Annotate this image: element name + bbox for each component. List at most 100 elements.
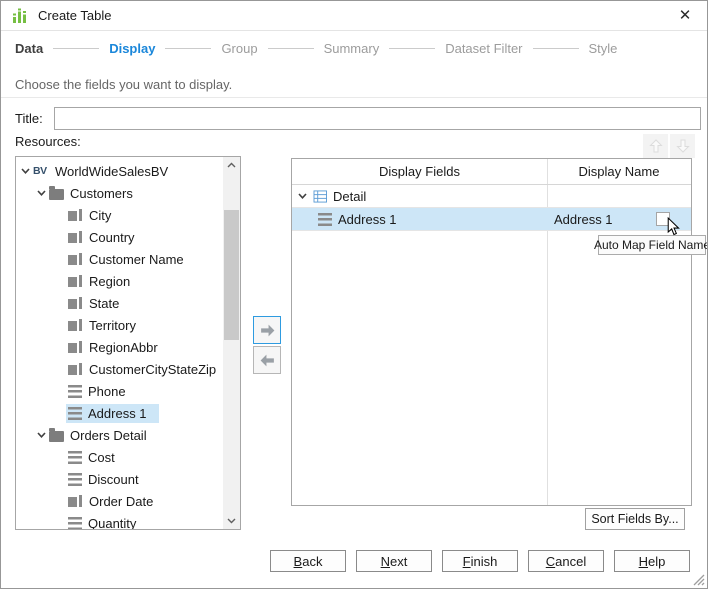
header-separator [1,97,707,98]
resources-tree: BV WorldWideSalesBV Customers City Count… [15,156,241,530]
tree-item-customers[interactable]: Customers [16,182,221,204]
dimension-field-icon [68,362,83,376]
selected-tree-item: Address 1 [66,404,159,423]
wizard-steps: Data Display Group Summary Dataset Filte… [1,31,707,65]
move-down-button[interactable] [670,134,695,158]
help-button[interactable]: Help [614,550,690,572]
folder-icon [49,189,64,200]
cancel-button[interactable]: Cancel [528,550,604,572]
tree-item-label: Country [89,230,135,245]
step-connector [53,48,99,49]
detail-field-icon [68,385,82,398]
dimension-field-icon [68,230,83,244]
chevron-down-icon[interactable] [20,166,31,176]
tree-scrollbar[interactable] [223,157,240,529]
chevron-down-icon[interactable] [36,188,47,198]
tree-item-label: RegionAbbr [89,340,158,355]
detail-field-icon [68,451,82,464]
tree-item-territory[interactable]: Territory [16,314,221,336]
detail-field-icon [68,407,82,420]
dimension-field-icon [68,318,83,332]
group-row-display-name [547,185,691,207]
dimension-field-icon [68,296,83,310]
title-label: Title: [15,111,43,126]
tree-item-city[interactable]: City [16,204,221,226]
tree-item-label: Order Date [89,494,153,509]
tree-item-worldwidesalesbv[interactable]: BV WorldWideSalesBV [16,160,221,182]
tree-item-label: Customers [70,186,133,201]
field-row-label: Address 1 [338,212,397,227]
step-data[interactable]: Data [15,41,43,56]
resize-grip[interactable] [692,573,705,586]
tree-item-label: City [89,208,111,223]
tree-item-country[interactable]: Country [16,226,221,248]
step-description: Choose the fields you want to display. [15,77,232,92]
scroll-down-icon[interactable] [223,513,240,529]
create-table-dialog: Create Table ✕ Data Display Group Summar… [0,0,708,589]
tree-item-label: Address 1 [88,406,147,421]
right-arrow-icon [259,322,276,339]
table-row-detail-group[interactable]: Detail [292,185,691,208]
table-header: Display Fields Display Name [292,159,691,185]
step-connector [165,48,211,49]
tree-item-regionabbr[interactable]: RegionAbbr [16,336,221,358]
column-header-display-fields[interactable]: Display Fields [292,159,547,184]
tree-item-label: Cost [88,450,115,465]
step-display[interactable]: Display [109,41,155,56]
add-field-button[interactable] [253,316,281,344]
detail-field-icon [68,517,82,530]
tree-item-discount[interactable]: Discount [16,468,221,490]
group-row-label: Detail [333,189,366,204]
tree-item-customer-name[interactable]: Customer Name [16,248,221,270]
mouse-cursor [667,217,680,236]
down-arrow-icon [675,138,691,154]
tree-item-label: State [89,296,119,311]
tree-item-address-1[interactable]: Address 1 [16,402,221,424]
remove-field-button[interactable] [253,346,281,374]
close-icon[interactable]: ✕ [676,7,694,25]
step-group[interactable]: Group [221,41,257,56]
tree-item-region[interactable]: Region [16,270,221,292]
resources-label: Resources: [15,134,81,149]
sort-fields-by-button[interactable]: Sort Fields By... [585,508,685,530]
detail-field-icon [318,213,332,226]
detail-field-icon [68,473,82,486]
tree-item-label: Orders Detail [70,428,147,443]
tree-item-orders-detail[interactable]: Orders Detail [16,424,221,446]
dimension-field-icon [68,340,83,354]
tree-item-quantity[interactable]: Quantity [16,512,221,530]
title-input[interactable] [54,107,701,130]
tree-item-label: Phone [88,384,126,399]
step-connector [268,48,314,49]
chevron-down-icon[interactable] [297,191,308,201]
tree-item-state[interactable]: State [16,292,221,314]
step-connector [389,48,435,49]
step-dataset-filter[interactable]: Dataset Filter [445,41,522,56]
tree-item-label: WorldWideSalesBV [55,164,168,179]
finish-button[interactable]: Finish [442,550,518,572]
scrollbar-thumb[interactable] [224,210,239,340]
create-table-icon [11,7,29,25]
tree-item-customercitystatezip[interactable]: CustomerCityStateZip [16,358,221,380]
chevron-down-icon[interactable] [36,430,47,440]
step-summary[interactable]: Summary [324,41,380,56]
tree-item-label: Quantity [88,516,136,531]
scroll-up-icon[interactable] [223,157,240,173]
dimension-field-icon [68,208,83,222]
move-up-button[interactable] [643,134,668,158]
step-style[interactable]: Style [589,41,618,56]
detail-table-icon [313,190,328,203]
folder-icon [49,431,64,442]
next-button[interactable]: Next [356,550,432,572]
column-header-display-name[interactable]: Display Name [547,159,691,184]
step-connector [533,48,579,49]
dimension-field-icon [68,494,83,508]
tree-item-label: Territory [89,318,136,333]
tree-item-cost[interactable]: Cost [16,446,221,468]
back-button[interactable]: Back [270,550,346,572]
title-bar: Create Table ✕ [1,1,707,31]
tree-item-label: Customer Name [89,252,184,267]
tree-item-order-date[interactable]: Order Date [16,490,221,512]
table-row-address-1[interactable]: Address 1 Address 1 [292,208,691,231]
tree-item-phone[interactable]: Phone [16,380,221,402]
